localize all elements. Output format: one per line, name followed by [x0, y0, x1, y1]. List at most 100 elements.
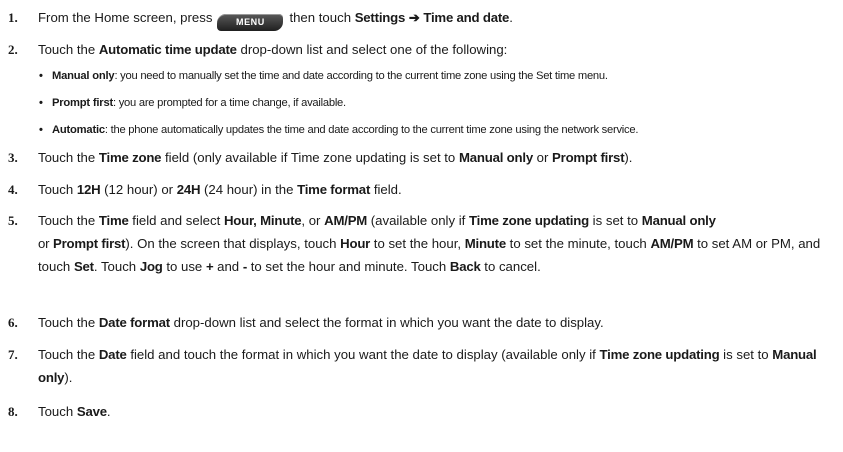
24h-label: 24H [176, 182, 201, 197]
step-text-part: is set to [723, 347, 769, 362]
step-3: 3. Touch the Time zone field (only avail… [8, 146, 837, 169]
step-text-part: . Touch [93, 259, 137, 274]
plus-label: + [205, 259, 214, 274]
step-5: 5. Touch the Time field and select Hour,… [8, 209, 837, 278]
hour-label: Hour [340, 236, 371, 251]
step-text: Touch Save. [38, 400, 837, 423]
step-text-part: Touch the [38, 315, 96, 330]
step-number: 4. [8, 182, 18, 197]
step-number: 7. [8, 347, 18, 362]
step-text-part: ). [64, 370, 73, 385]
step-text-part: , or [301, 213, 321, 228]
time-zone-updating-label: Time zone updating [599, 347, 720, 362]
step-text-part: to set the hour and minute. Touch [250, 259, 447, 274]
step-1: 1. From the Home screen, press MENU then t… [8, 6, 837, 31]
step-text-part: to cancel. [484, 259, 541, 274]
step-text-part: field and select [132, 213, 221, 228]
step-text-part: Touch the [38, 150, 96, 165]
step-text-part: . [106, 404, 111, 419]
prompt-first-label: Prompt first [552, 150, 625, 165]
step-text-part: drop-down list and select one of the fol… [240, 42, 508, 57]
automatic-time-update-label: Automatic time update [98, 42, 237, 57]
bullet-icon: • [39, 97, 43, 109]
step-text: Touch the Automatic time update drop-dow… [38, 38, 837, 61]
step-text: Touch the Time field and select Hour, Mi… [38, 209, 837, 278]
jog-label: Jog [139, 259, 163, 274]
date-format-label: Date format [98, 315, 170, 330]
option-description: : you need to manually set the time and … [114, 70, 608, 82]
manual-only-label: Manual only [458, 150, 533, 165]
step-text-part: field and touch the format in which you … [130, 347, 596, 362]
set-label: Set [73, 259, 94, 274]
step-text-part: then touch [289, 10, 352, 25]
option-manual-only: • Manual only: you need to manually set t… [39, 67, 839, 85]
step-text-part: From the Home screen, press [38, 10, 213, 25]
step-7: 7. Touch the Date field and touch the fo… [8, 343, 837, 389]
option-name: Manual only [52, 70, 115, 82]
date-label: Date [98, 347, 127, 362]
step-text-part: Touch [38, 404, 74, 419]
option-name: Automatic [52, 124, 105, 136]
step-text-part: drop-down list and select the format in … [173, 315, 604, 330]
minute-label: Minute [464, 236, 506, 251]
option-name: Prompt first [52, 97, 113, 109]
step-text-part: Touch the [38, 42, 96, 57]
step-text-part: field. [373, 182, 402, 197]
step-text-part: to set the minute, touch [509, 236, 647, 251]
step-4: 4. Touch 12H (12 hour) or 24H (24 hour) … [8, 178, 837, 201]
option-prompt-first: • Prompt first: you are prompted for a ti… [39, 94, 839, 112]
step-text: Touch the Date field and touch the forma… [38, 343, 837, 389]
option-description: : the phone automatically updates the ti… [104, 124, 639, 136]
step-text-part: to set the hour, [373, 236, 462, 251]
time-format-label: Time format [297, 182, 371, 197]
am-pm-label: AM/PM [324, 213, 368, 228]
step-text-part: is set to [592, 213, 639, 228]
step-text-part: (available only if [370, 213, 466, 228]
step-text-part: ). [624, 150, 633, 165]
time-label: Time [98, 213, 129, 228]
option-automatic: • Automatic: the phone automatically upda… [39, 121, 839, 139]
manual-only-label: Manual only [641, 213, 716, 228]
step-6: 6. Touch the Date format drop-down list … [8, 311, 837, 334]
am-pm-label: AM/PM [650, 236, 694, 251]
step-text: From the Home screen, press MENU then touc… [38, 6, 837, 31]
step-text-part: or [536, 150, 549, 165]
menu-key-icon: MENU [217, 14, 284, 31]
back-label: Back [449, 259, 481, 274]
bullet-icon: • [39, 124, 43, 136]
step-text-part: Touch the [38, 347, 96, 362]
time-and-date-label: Time and date [423, 10, 510, 25]
step-number: 2. [8, 42, 18, 57]
step-8: 8. Touch Save. [8, 400, 837, 423]
step-text-part: Touch [38, 182, 74, 197]
step-number: 1. [8, 10, 18, 25]
step-text: Touch the Time zone field (only availabl… [38, 146, 837, 169]
step-text-part: ). On the screen that displays, touch [125, 236, 337, 251]
step-text-part: (24 hour) in the [203, 182, 294, 197]
instructions-page: 1. From the Home screen, press MENU then t… [0, 0, 843, 452]
step-number: 8. [8, 404, 18, 419]
hour-minute-label: Hour, Minute [223, 213, 302, 228]
step-text-part: or [38, 236, 50, 251]
prompt-first-label: Prompt first [53, 236, 126, 251]
save-label: Save [76, 404, 107, 419]
bullet-icon: • [39, 70, 43, 82]
time-zone-label: Time zone [98, 150, 162, 165]
minus-label: - [242, 259, 248, 274]
step-text-part: and [217, 259, 240, 274]
step-2: 2. Touch the Automatic time update drop-… [8, 38, 837, 61]
step-text-part: to use [166, 259, 203, 274]
step-text-part: field (only available if Time zone updat… [164, 150, 456, 165]
step-number: 3. [8, 150, 18, 165]
time-zone-updating-label: Time zone updating [469, 213, 589, 228]
step-number: 6. [8, 315, 18, 330]
option-description: : you are prompted for a time change, if… [113, 97, 346, 109]
arrow-right-icon: ➔ [408, 10, 420, 25]
step-text-part: (12 hour) or [104, 182, 174, 197]
step-text: Touch the Date format drop-down list and… [38, 311, 837, 334]
12h-label: 12H [76, 182, 101, 197]
settings-label: Settings [354, 10, 406, 25]
step-text-part: Touch the [38, 213, 96, 228]
step-text: Touch 12H (12 hour) or 24H (24 hour) in … [38, 178, 837, 201]
step-number: 5. [8, 213, 18, 228]
